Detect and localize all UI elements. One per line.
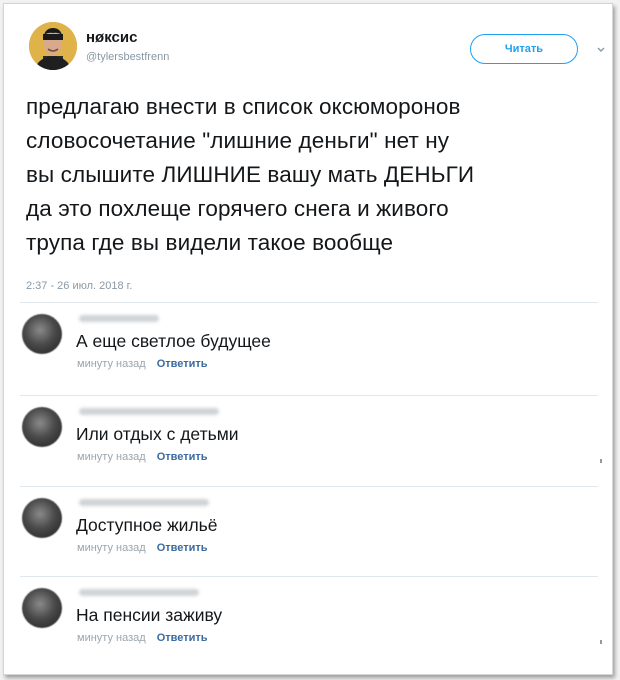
comment-text: Доступное жильё xyxy=(76,515,218,535)
tweet-line: словосочетание "лишние деньги" нет ну xyxy=(26,128,450,153)
commenter-avatar[interactable] xyxy=(22,498,62,538)
reply-link[interactable]: Ответить xyxy=(157,358,208,370)
author-avatar-image xyxy=(29,22,77,70)
comment-meta: минуту назад Ответить xyxy=(77,451,208,463)
chevron-down-icon[interactable] xyxy=(596,42,606,52)
divider xyxy=(20,395,598,396)
tweet-text: предлагаю внести в список оксюморонов сл… xyxy=(26,90,606,260)
comment-item: Или отдых с детьми минуту назад Ответить xyxy=(4,397,614,485)
comment-item: На пенсии заживу минуту назад Ответить xyxy=(4,578,614,666)
comment-time: минуту назад xyxy=(77,451,146,463)
commenter-name-blurred xyxy=(79,408,219,415)
tweet-line: предлагаю внести в список оксюморонов xyxy=(26,94,461,119)
divider xyxy=(20,576,598,577)
reply-link[interactable]: Ответить xyxy=(157,451,208,463)
author-name[interactable]: нøксис xyxy=(86,29,137,46)
tweet-line: вы слышите ЛИШНИЕ вашу мать ДЕНЬГИ xyxy=(26,162,475,187)
comment-meta: минуту назад Ответить xyxy=(77,358,208,370)
comment-time: минуту назад xyxy=(77,542,146,554)
comment-meta: минуту назад Ответить xyxy=(77,542,208,554)
tweet-line: трупа где вы видели такое вообще xyxy=(26,230,394,255)
screenshot-frame: нøксис @tylersbestfrenn Читать предлагаю… xyxy=(3,3,613,675)
tweet-line: да это похлеще горячего снега и живого xyxy=(26,196,449,221)
commenter-name-blurred xyxy=(79,589,199,596)
author-handle[interactable]: @tylersbestfrenn xyxy=(86,51,169,63)
commenter-avatar[interactable] xyxy=(22,588,62,628)
reply-link[interactable]: Ответить xyxy=(157,632,208,644)
tweet-timestamp[interactable]: 2:37 - 26 июл. 2018 г. xyxy=(26,280,132,292)
reply-link[interactable]: Ответить xyxy=(157,542,208,554)
comment-time: минуту назад xyxy=(77,632,146,644)
commenter-name-blurred xyxy=(79,315,159,322)
follow-button[interactable]: Читать xyxy=(470,34,578,64)
commenter-name-blurred xyxy=(79,499,209,506)
divider xyxy=(20,486,598,487)
author-avatar[interactable] xyxy=(29,22,77,70)
divider xyxy=(20,302,598,303)
comment-meta: минуту назад Ответить xyxy=(77,632,208,644)
comment-time: минуту назад xyxy=(77,358,146,370)
more-dot xyxy=(600,640,602,644)
comment-item: Доступное жильё минуту назад Ответить xyxy=(4,488,614,576)
comment-text: Или отдых с детьми xyxy=(76,424,239,444)
comment-text: На пенсии заживу xyxy=(76,605,223,625)
comment-item: А еще светлое будущее минуту назад Ответ… xyxy=(4,304,614,392)
comment-text: А еще светлое будущее xyxy=(76,331,271,351)
commenter-avatar[interactable] xyxy=(22,407,62,447)
more-dot xyxy=(600,459,602,463)
commenter-avatar[interactable] xyxy=(22,314,62,354)
